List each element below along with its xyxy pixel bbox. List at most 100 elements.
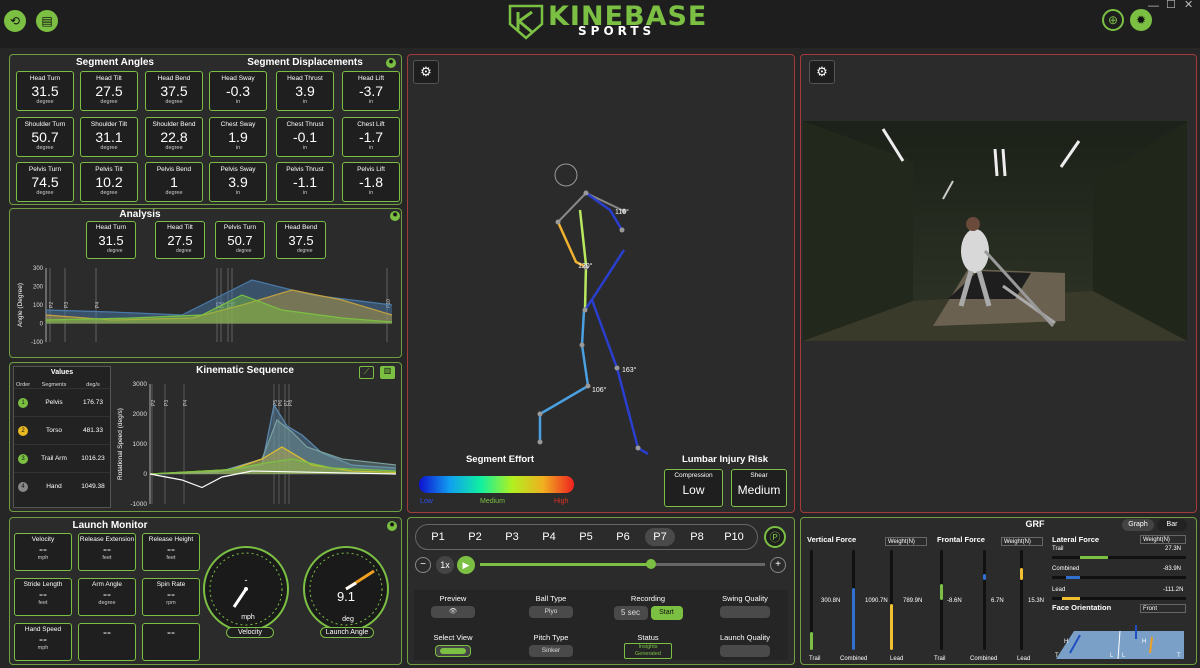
segment-angles-title: Segment Angles (76, 57, 154, 68)
effort-medium-label: Medium (480, 498, 505, 505)
card-value: -- (167, 542, 175, 556)
card-value: -- (167, 587, 175, 601)
card-value: 31.5 (98, 233, 124, 248)
frontal-trail-bar (940, 584, 943, 600)
analysis-card-head-tilt[interactable]: Head Tilt 27.5 degree (155, 221, 205, 259)
phase-button-p3[interactable]: P3 (497, 528, 527, 546)
face-orientation-select[interactable]: Front (1140, 604, 1186, 613)
phase-button-p4[interactable]: P4 (534, 528, 564, 546)
card-label: Head Bend (157, 75, 191, 82)
speed-button[interactable]: 1x (436, 556, 454, 574)
y-tick-label: 1000 (133, 441, 148, 448)
launch-card-arm-angle: Arm Angle -- degree (78, 578, 136, 616)
segment-name: Hand (46, 483, 62, 490)
shear-value: Medium (737, 483, 781, 497)
minimize-icon[interactable]: — (1148, 0, 1159, 12)
segment-settings-icon[interactable]: ✹ (386, 58, 396, 68)
angle-card-pelvis-turn: Pelvis Turn 74.5 degree (16, 162, 74, 202)
crosshair-icon[interactable]: ⊕ (1102, 9, 1124, 31)
card-unit: degree (165, 145, 183, 151)
video-view-icon[interactable]: ⚙ (809, 60, 835, 84)
lateral-combined-label: Combined (1052, 566, 1080, 572)
frontal-unit-select[interactable]: Weight(N) (1001, 537, 1043, 546)
phase-button-p7[interactable]: P7 (645, 528, 675, 546)
analysis-card-pelvis-turn[interactable]: Pelvis Turn 50.7 degree (215, 221, 265, 259)
angle-card-head-bend: Head Bend 37.5 degree (145, 71, 203, 111)
bar-tab[interactable]: Bar (1157, 519, 1187, 531)
vertical-force-title: Vertical Force (807, 535, 857, 544)
phase-button-p6[interactable]: P6 (608, 528, 638, 546)
card-value: -- (39, 632, 47, 646)
preview-eye-icon[interactable]: 👁 (431, 606, 475, 618)
preview-label: Preview (439, 594, 467, 603)
y-tick-label: -100 (31, 340, 44, 346)
lateral-trail-track (1052, 556, 1186, 559)
pitch-type-select[interactable]: Sinker (529, 645, 573, 657)
phase-button-p5[interactable]: P5 (571, 528, 601, 546)
video-frame[interactable] (803, 121, 1187, 341)
analysis-card-head-bend[interactable]: Head Bend 37.5 degree (276, 221, 326, 259)
phase-button-p1[interactable]: P1 (423, 528, 453, 546)
segment-displacements-title: Segment Displacements (247, 57, 363, 68)
card-value: 50.7 (227, 233, 253, 248)
select-view-toggle[interactable] (435, 645, 471, 657)
play-button[interactable]: ▶ (457, 556, 475, 574)
timeline-knob[interactable] (646, 559, 656, 569)
card-label: Shoulder Tilt (90, 121, 128, 128)
phase-button-p2[interactable]: P2 (460, 528, 490, 546)
y-tick-label: 2000 (133, 411, 148, 418)
card-label: Pelvis Turn (28, 166, 62, 173)
phase-button-p10[interactable]: P10 (719, 528, 749, 546)
select-view-label: Select View (433, 633, 473, 642)
card-unit: in (235, 190, 241, 196)
maximize-icon[interactable]: ☐ (1166, 0, 1176, 11)
launch-settings-icon[interactable]: ✹ (387, 521, 397, 531)
back-icon[interactable]: ⟲ (4, 10, 26, 32)
settings-gear-icon[interactable]: ✹ (1130, 9, 1152, 31)
card-unit: degree (36, 190, 54, 196)
ball-type-select[interactable]: Plyo (529, 606, 573, 618)
save-file-icon[interactable]: ▤ (36, 10, 58, 32)
card-value: 27.5 (95, 83, 123, 99)
phase-marker-label: P4 (183, 400, 189, 406)
card-label: Shoulder Bend (152, 121, 196, 128)
card-unit: degree (36, 145, 54, 151)
card-unit: degree (165, 190, 183, 196)
lateral-unit-select[interactable]: Weight(N) (1140, 535, 1186, 544)
card-label: Pelvis Lift (357, 166, 385, 173)
analysis-settings-icon[interactable]: ✹ (390, 211, 400, 221)
plus-button[interactable]: + (770, 557, 786, 573)
close-icon[interactable]: ✕ (1184, 0, 1193, 11)
graph-tab[interactable]: Graph (1122, 519, 1154, 531)
card-label: Head Thrust (287, 75, 323, 82)
card-value: -1.7 (358, 129, 384, 145)
card-value: -- (103, 542, 111, 556)
values-table: Values Order Segments deg/s 1 Pelvis 176… (13, 366, 111, 508)
card-value: -1.8 (358, 174, 384, 190)
start-button[interactable]: Start (650, 606, 683, 620)
ball-type-label: Ball Type (535, 594, 567, 603)
lateral-combined-value: -83.9N (1163, 566, 1182, 572)
lateral-trail-bar (1080, 556, 1108, 559)
card-unit: degree (98, 600, 116, 606)
p-mode-icon[interactable]: Ⓟ (764, 526, 786, 548)
logo-subtitle: SPORTS (578, 24, 656, 38)
status-value-2: Generated (635, 651, 661, 657)
launch-card-release-height: Release Height -- feet (142, 533, 200, 571)
vertical-unit-select[interactable]: Weight(N) (885, 537, 927, 546)
skeleton-view-icon[interactable]: ⚙ (413, 60, 439, 84)
lateral-force-title: Lateral Force (1052, 535, 1100, 544)
recording-duration-select[interactable]: 5 sec (613, 606, 648, 620)
lateral-combined-track (1052, 576, 1186, 579)
card-label: Pelvis Sway (220, 166, 256, 173)
card-unit: degree (100, 145, 118, 151)
phase-button-p8[interactable]: P8 (682, 528, 712, 546)
card-value: -0.1 (292, 129, 318, 145)
launch-card-release-extension: Release Extension -- feet (78, 533, 136, 571)
card-label: Pelvis Thrust (286, 166, 324, 173)
minus-button[interactable]: − (415, 557, 431, 573)
card-label: Head Lift (357, 75, 385, 82)
lumbar-risk-title: Lumbar Injury Risk (681, 454, 769, 465)
analysis-card-head-turn[interactable]: Head Turn 31.5 degree (86, 221, 136, 259)
displacement-card-chest-thrust: Chest Thrust -0.1 in (276, 117, 334, 157)
